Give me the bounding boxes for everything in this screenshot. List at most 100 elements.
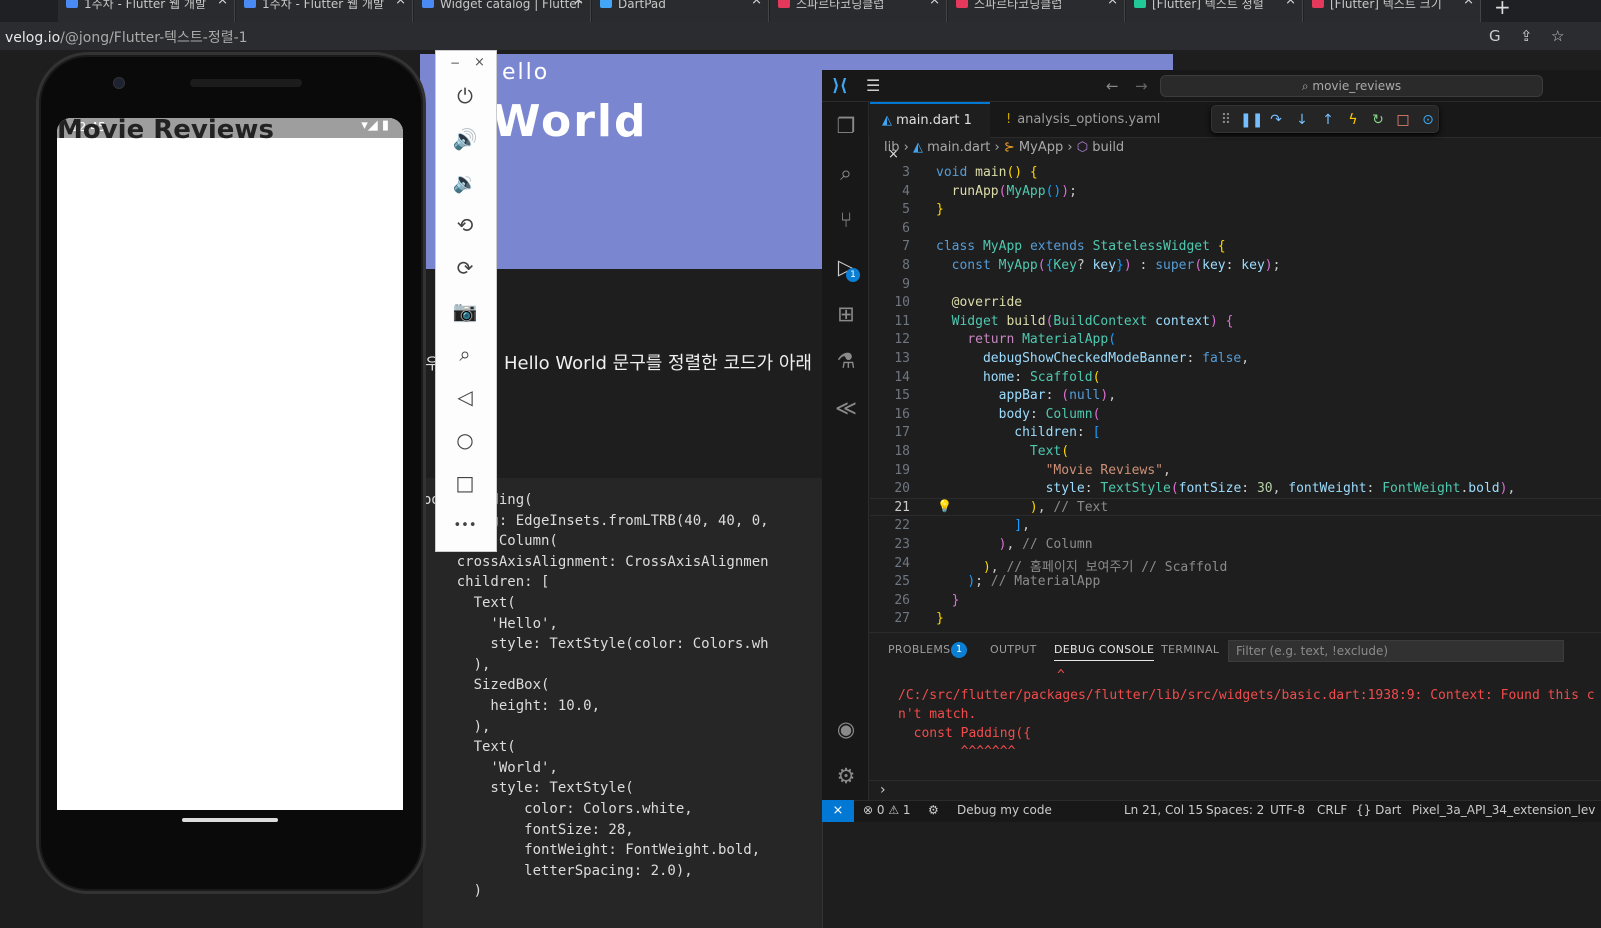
browser-tab[interactable]: DartPad × [592, 0, 769, 22]
cursor-position[interactable]: Ln 21, Col 15 [1124, 803, 1203, 817]
nav-back-arrow-icon[interactable]: ← [1106, 77, 1119, 95]
code-line[interactable]: debugShowCheckedModeBanner: false, [936, 351, 1249, 366]
code-line[interactable]: children: [ [936, 425, 1100, 440]
phone-screen[interactable]: 12:45 ▾◢ ▮ Movie Reviews [57, 118, 403, 810]
encoding-setting[interactable]: UTF-8 [1270, 803, 1305, 817]
close-icon[interactable]: × [929, 0, 940, 7]
close-icon[interactable]: × [573, 0, 584, 7]
overview-square-icon[interactable]: □ [449, 467, 481, 499]
code-line[interactable]: ); // MaterialApp [936, 574, 1100, 589]
source-control-icon[interactable]: ⑂ [830, 204, 862, 236]
tab-output[interactable]: OUTPUT [990, 643, 1037, 656]
volume-down-icon[interactable]: 🔉 [449, 166, 481, 198]
tab-terminal[interactable]: TERMINAL [1161, 643, 1219, 656]
flutter-icon[interactable]: ≪ [830, 392, 862, 424]
rotate-right-icon[interactable]: ⟳ [449, 252, 481, 284]
tab-problems[interactable]: PROBLEMS [888, 643, 950, 656]
hamburger-menu-icon[interactable]: ☰ [866, 76, 880, 95]
code-line[interactable]: "Movie Reviews", [936, 463, 1171, 478]
code-line[interactable]: runApp(MyApp()); [936, 184, 1077, 199]
close-icon[interactable]: × [217, 0, 228, 7]
step-into-icon[interactable]: ↓ [1292, 110, 1312, 130]
emulator-minimize-button[interactable]: − [450, 56, 460, 70]
browser-tab[interactable]: 1주차 - Flutter 웹 개발 × [58, 0, 235, 22]
close-icon[interactable]: × [1107, 0, 1118, 7]
emulator-close-button[interactable]: × [474, 55, 485, 70]
debug-icon[interactable]: ⚙ [928, 803, 939, 817]
code-line[interactable]: Text( [936, 444, 1069, 459]
tab-analysis-options[interactable]: ! analysis_options.yaml [994, 102, 1160, 138]
browser-tab[interactable]: Widget catalog | Flutter × [414, 0, 591, 22]
breadcrumb-lib[interactable]: lib [884, 140, 899, 155]
browser-tab[interactable]: 1주차 - Flutter 웹 개발 × [236, 0, 413, 22]
step-out-icon[interactable]: ↑ [1318, 110, 1338, 130]
code-line[interactable]: class MyApp extends StatelessWidget { [936, 239, 1226, 254]
console-input-prompt[interactable]: › [880, 782, 886, 798]
code-line[interactable]: appBar: (null), [936, 388, 1116, 403]
gesture-home-bar[interactable] [182, 818, 278, 822]
eol-setting[interactable]: CRLF [1317, 803, 1347, 817]
stop-icon[interactable]: □ [1393, 110, 1413, 130]
code-line[interactable]: home: Scaffold( [936, 370, 1100, 385]
code-line[interactable]: } [936, 611, 944, 626]
debug-config-label[interactable]: Debug my code [957, 803, 1052, 817]
code-line[interactable]: body: Column( [936, 407, 1101, 422]
code-editor[interactable]: 3 void main() {4 runApp(MyApp()); 5} 6 7 clas… [870, 162, 1601, 632]
command-center-search[interactable]: ⌕ movie_reviews [1160, 75, 1543, 97]
rotate-left-icon[interactable]: ⟲ [449, 209, 481, 241]
hot-reload-icon[interactable]: ϟ [1343, 110, 1363, 130]
code-line[interactable]: void main() { [936, 165, 1038, 180]
code-line[interactable]: @override [936, 295, 1022, 310]
problems-status[interactable]: ⊗ 0 ⚠ 1 [863, 803, 911, 817]
power-icon[interactable]: ⏻ [449, 80, 481, 112]
screenshot-camera-icon[interactable]: 📷 [449, 295, 481, 327]
close-icon[interactable]: × [1463, 0, 1474, 7]
breadcrumb-method[interactable]: build [1092, 140, 1124, 155]
code-line[interactable]: ), // 홈페이지 보여주기 // Scaffold [936, 556, 1227, 575]
breadcrumb-class[interactable]: MyApp [1019, 140, 1063, 155]
console-filter-input[interactable]: Filter (e.g. text, !exclude) [1228, 640, 1564, 662]
lightbulb-icon[interactable]: 💡 [937, 499, 952, 513]
share-icon[interactable]: ⇪ [1520, 27, 1533, 45]
code-line[interactable]: ), // Text [936, 500, 1108, 515]
remote-indicator-icon[interactable]: ⨯ [822, 800, 854, 822]
device-selector[interactable]: Pixel_3a_API_34_extension_lev [1412, 803, 1595, 817]
indentation-setting[interactable]: Spaces: 2 [1206, 803, 1264, 817]
code-line[interactable]: const MyApp({Key? key}) : super(key: key… [936, 258, 1281, 273]
step-over-icon[interactable]: ↷ [1266, 110, 1286, 130]
tab-debug-console[interactable]: DEBUG CONSOLE [1054, 643, 1155, 661]
pause-icon[interactable]: ❚❚ [1240, 110, 1263, 130]
restart-icon[interactable]: ↻ [1368, 110, 1388, 130]
tab-main-dart[interactable]: ◭ main.dart 1 × [870, 102, 990, 162]
nav-forward-arrow-icon[interactable]: → [1135, 77, 1148, 95]
google-lens-icon[interactable]: G [1489, 27, 1501, 45]
testing-flask-icon[interactable]: ⚗ [830, 345, 862, 377]
close-icon[interactable]: × [1285, 0, 1296, 7]
url-text[interactable]: velog.io/@jong/Flutter-텍스트-정렬-1 [5, 27, 248, 47]
accounts-icon[interactable]: ◉ [830, 713, 862, 745]
search-icon[interactable]: ⌕ [830, 157, 862, 189]
close-icon[interactable]: × [751, 0, 762, 7]
browser-tab[interactable]: [Flutter] 텍스트 크기 × [1304, 0, 1481, 22]
extensions-icon[interactable]: ⊞ [830, 298, 862, 330]
drag-handle-icon[interactable]: ⠿ [1216, 110, 1236, 130]
breadcrumb-file[interactable]: main.dart [927, 140, 990, 155]
back-triangle-icon[interactable]: ◁ [449, 381, 481, 413]
browser-tab[interactable]: [Flutter] 텍스트 정렬 × [1126, 0, 1303, 22]
code-line[interactable]: ), // Column [936, 537, 1093, 552]
code-line[interactable]: } [936, 593, 960, 608]
language-mode[interactable]: {} Dart [1356, 803, 1401, 817]
browser-tab[interactable]: 스파르타코딩클럽 × [948, 0, 1125, 22]
volume-up-icon[interactable]: 🔊 [449, 123, 481, 155]
code-line[interactable]: ], [936, 518, 1030, 533]
zoom-icon[interactable]: ⌕ [449, 338, 481, 370]
code-line[interactable]: } [936, 202, 944, 217]
new-tab-button[interactable]: + [1494, 0, 1511, 19]
settings-gear-icon[interactable]: ⚙ [830, 760, 862, 792]
explorer-files-icon[interactable]: ❐ [830, 110, 862, 142]
more-options-button[interactable]: ••• [449, 510, 481, 542]
close-icon[interactable]: × [395, 0, 406, 7]
inspect-widget-icon[interactable]: ⊙ [1418, 110, 1438, 130]
bookmark-star-icon[interactable]: ☆ [1551, 27, 1564, 45]
code-line[interactable]: return MaterialApp( [936, 332, 1116, 347]
